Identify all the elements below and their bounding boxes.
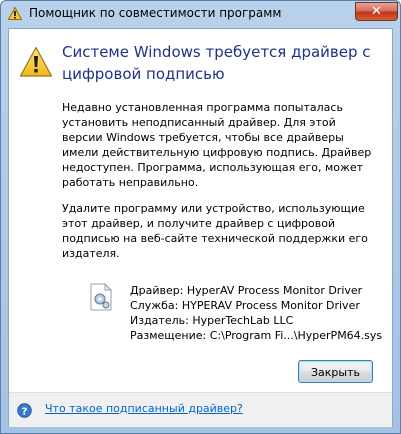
driver-file-icon [90,283,112,311]
file-location: Размещение: C:\Program Fi...\HyperPM64.s… [130,329,383,342]
service-name: Служба: HYPERAV Process Monitor Driver [130,299,360,312]
warning-icon [19,46,53,77]
signed-driver-help-link[interactable]: Что такое подписанный драйвер? [45,402,243,415]
dialog-content: Системе Windows требуется драйвер с цифр… [8,28,393,427]
driver-name: Драйвер: HyperAV Process Monitor Driver [130,284,363,297]
window-close-button[interactable]: ✕ [355,2,398,21]
close-button[interactable]: Закрыть [298,360,373,383]
message-paragraph-2: Удалите программу или устройство, исполь… [62,202,368,260]
warning-icon [8,7,22,20]
footer: ? Что такое подписанный драйвер? [9,392,392,427]
message-body: Недавно установленная программа попытала… [62,100,372,272]
window-title: Помощник по совместимости программ [29,6,282,20]
close-icon: ✕ [371,4,382,19]
svg-text:?: ? [22,406,28,417]
title-bar[interactable]: Помощник по совместимости программ ✕ [1,1,400,27]
driver-details: Драйвер: HyperAV Process Monitor Driver … [130,283,382,343]
help-icon: ? [17,403,32,418]
publisher-name: Издатель: HyperTechLab LLC [130,314,294,327]
dialog-window: Помощник по совместимости программ ✕ Сис… [0,0,401,434]
message-paragraph-1: Недавно установленная программа попытала… [62,101,372,189]
dialog-heading: Системе Windows требуется драйвер с цифр… [62,43,371,83]
